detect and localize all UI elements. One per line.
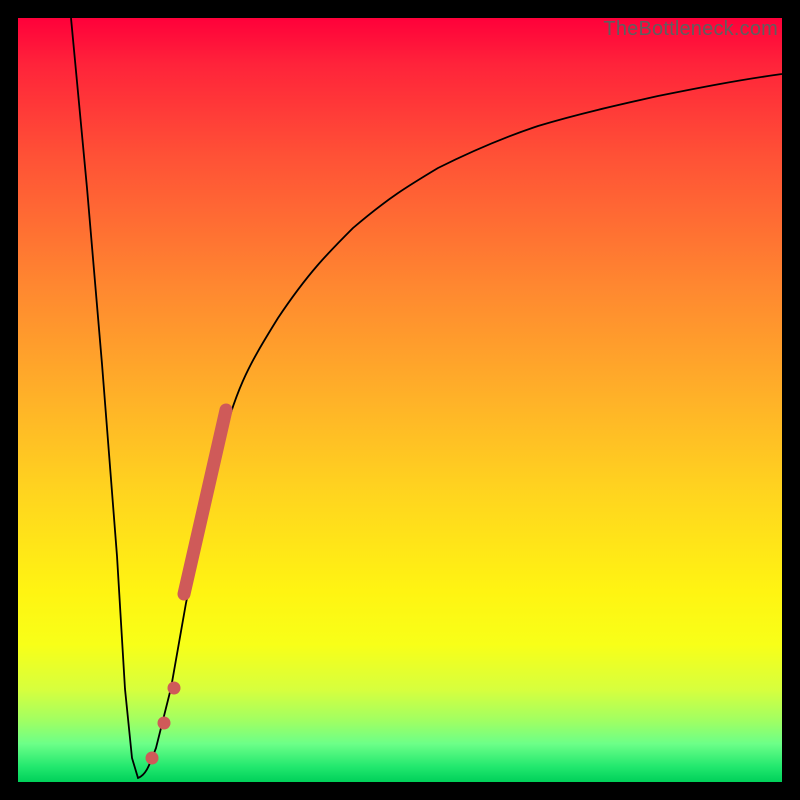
highlight-dot-1 — [146, 752, 159, 765]
chart-frame: TheBottleneck.com — [0, 0, 800, 800]
highlight-dot-3 — [168, 682, 181, 695]
highlight-segment — [184, 410, 226, 594]
highlight-dot-2 — [158, 717, 171, 730]
bottleneck-curve — [71, 18, 782, 778]
plot-area: TheBottleneck.com — [18, 18, 782, 782]
curve-layer — [18, 18, 782, 782]
